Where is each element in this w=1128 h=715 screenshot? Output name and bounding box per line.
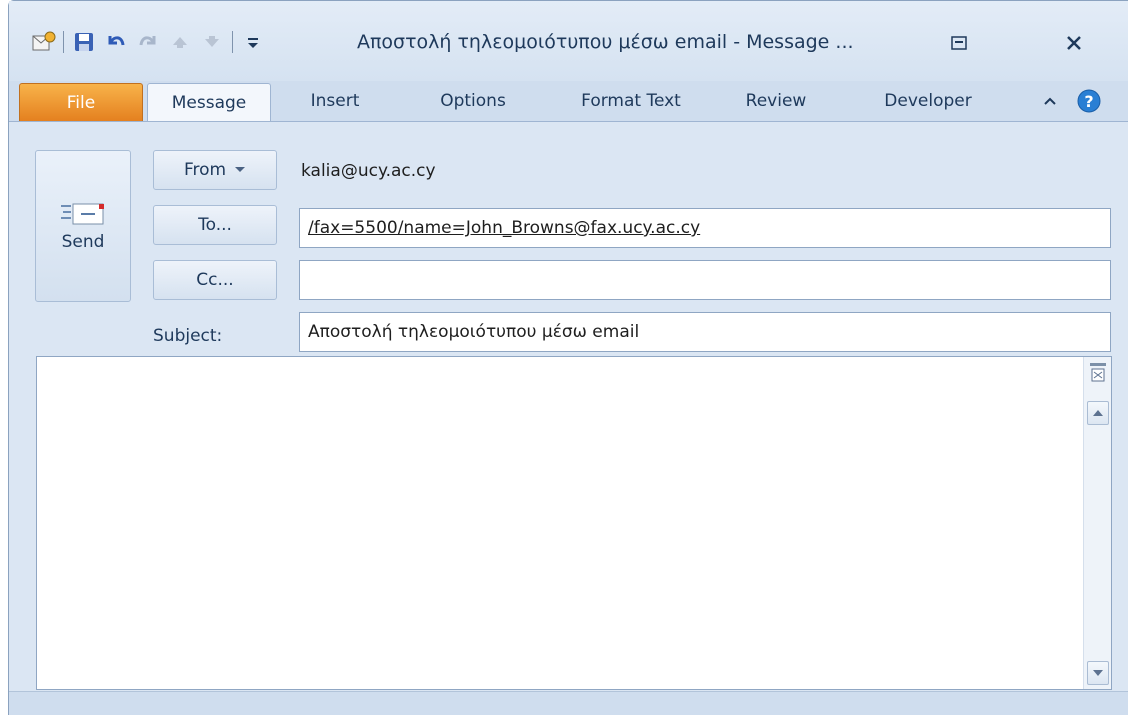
- cc-button[interactable]: Cc...: [153, 260, 277, 300]
- collapse-ribbon-button[interactable]: [1035, 81, 1065, 121]
- tab-developer[interactable]: Developer: [865, 81, 991, 121]
- customize-qat-icon[interactable]: [237, 27, 269, 57]
- subject-label: Subject:: [153, 326, 223, 346]
- scroll-up-button[interactable]: [1087, 401, 1109, 425]
- from-button[interactable]: From: [153, 150, 277, 190]
- quick-access-toolbar: [27, 27, 269, 57]
- window-title: Αποστολή τηλεομοιότυπου μέσω email - Mes…: [357, 31, 854, 53]
- status-strip: [9, 691, 1128, 715]
- ribbon-tabs: File Message Insert Options Format Text …: [9, 81, 1128, 121]
- ruler-toggle-icon[interactable]: [1088, 361, 1108, 385]
- scroll-down-button[interactable]: [1087, 661, 1109, 685]
- arrow-up-icon: [1093, 410, 1103, 416]
- arrow-down-icon: [1093, 670, 1103, 676]
- save-icon[interactable]: [68, 27, 100, 57]
- help-icon: ?: [1077, 89, 1101, 113]
- cc-field[interactable]: [299, 260, 1111, 300]
- send-label: Send: [61, 232, 105, 252]
- title-bar: Αποστολή τηλεομοιότυπου μέσω email - Mes…: [9, 1, 1128, 81]
- send-mail-icon: [61, 203, 104, 225]
- to-button[interactable]: To...: [153, 205, 277, 245]
- send-button[interactable]: Send: [35, 150, 131, 302]
- outlook-icon[interactable]: [27, 27, 59, 57]
- tab-review[interactable]: Review: [731, 81, 821, 121]
- previous-icon[interactable]: [164, 27, 196, 57]
- restore-icon: [951, 36, 967, 50]
- close-icon: [1067, 36, 1081, 50]
- message-body[interactable]: [36, 356, 1112, 690]
- subject-field[interactable]: Αποστολή τηλεομοιότυπου μέσω email: [299, 312, 1111, 352]
- compose-area: Send From kalia@ucy.ac.cy To... /fax=550…: [9, 121, 1128, 715]
- to-label: To...: [198, 215, 232, 235]
- from-address: kalia@ucy.ac.cy: [301, 161, 436, 181]
- restore-button[interactable]: [939, 29, 979, 57]
- next-icon[interactable]: [196, 27, 228, 57]
- chevron-up-icon: [1044, 97, 1056, 105]
- tab-message[interactable]: Message: [147, 83, 271, 121]
- to-field[interactable]: /fax=5500/name=John_Browns@fax.ucy.ac.cy: [299, 208, 1111, 248]
- cc-label: Cc...: [196, 270, 234, 290]
- tab-insert[interactable]: Insert: [295, 81, 375, 121]
- toolbar-divider: [232, 31, 233, 53]
- svg-text:?: ?: [1084, 92, 1093, 111]
- from-label: From: [183, 160, 227, 180]
- help-button[interactable]: ?: [1069, 81, 1109, 121]
- tab-format-text[interactable]: Format Text: [561, 81, 701, 121]
- redo-icon[interactable]: [132, 27, 164, 57]
- vertical-scrollbar[interactable]: [1083, 357, 1111, 689]
- compose-window: Αποστολή τηλεομοιότυπου μέσω email - Mes…: [8, 0, 1128, 715]
- tab-file[interactable]: File: [19, 83, 143, 121]
- close-button[interactable]: [1054, 29, 1094, 57]
- chevron-down-icon: [235, 167, 246, 172]
- tab-options[interactable]: Options: [423, 81, 523, 121]
- undo-icon[interactable]: [100, 27, 132, 57]
- toolbar-divider: [63, 31, 64, 53]
